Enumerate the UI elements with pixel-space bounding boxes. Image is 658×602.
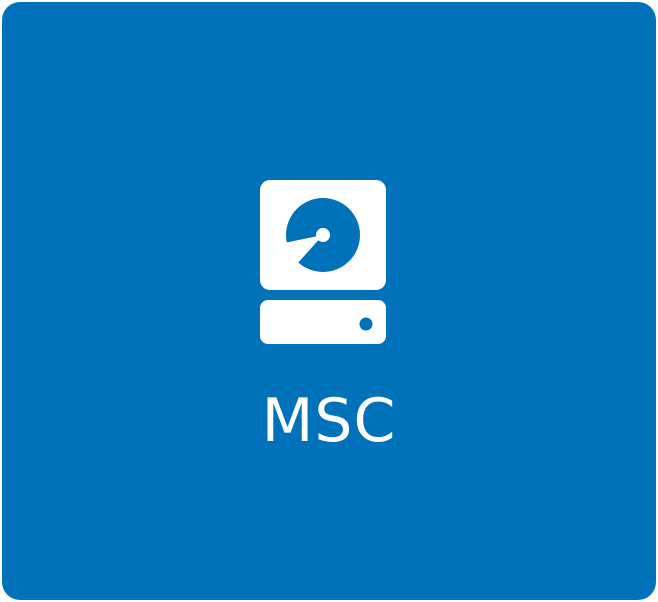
tile-label: MSC <box>261 386 397 456</box>
msc-tile[interactable]: MSC <box>2 2 656 600</box>
hard-drive-icon <box>260 180 386 344</box>
